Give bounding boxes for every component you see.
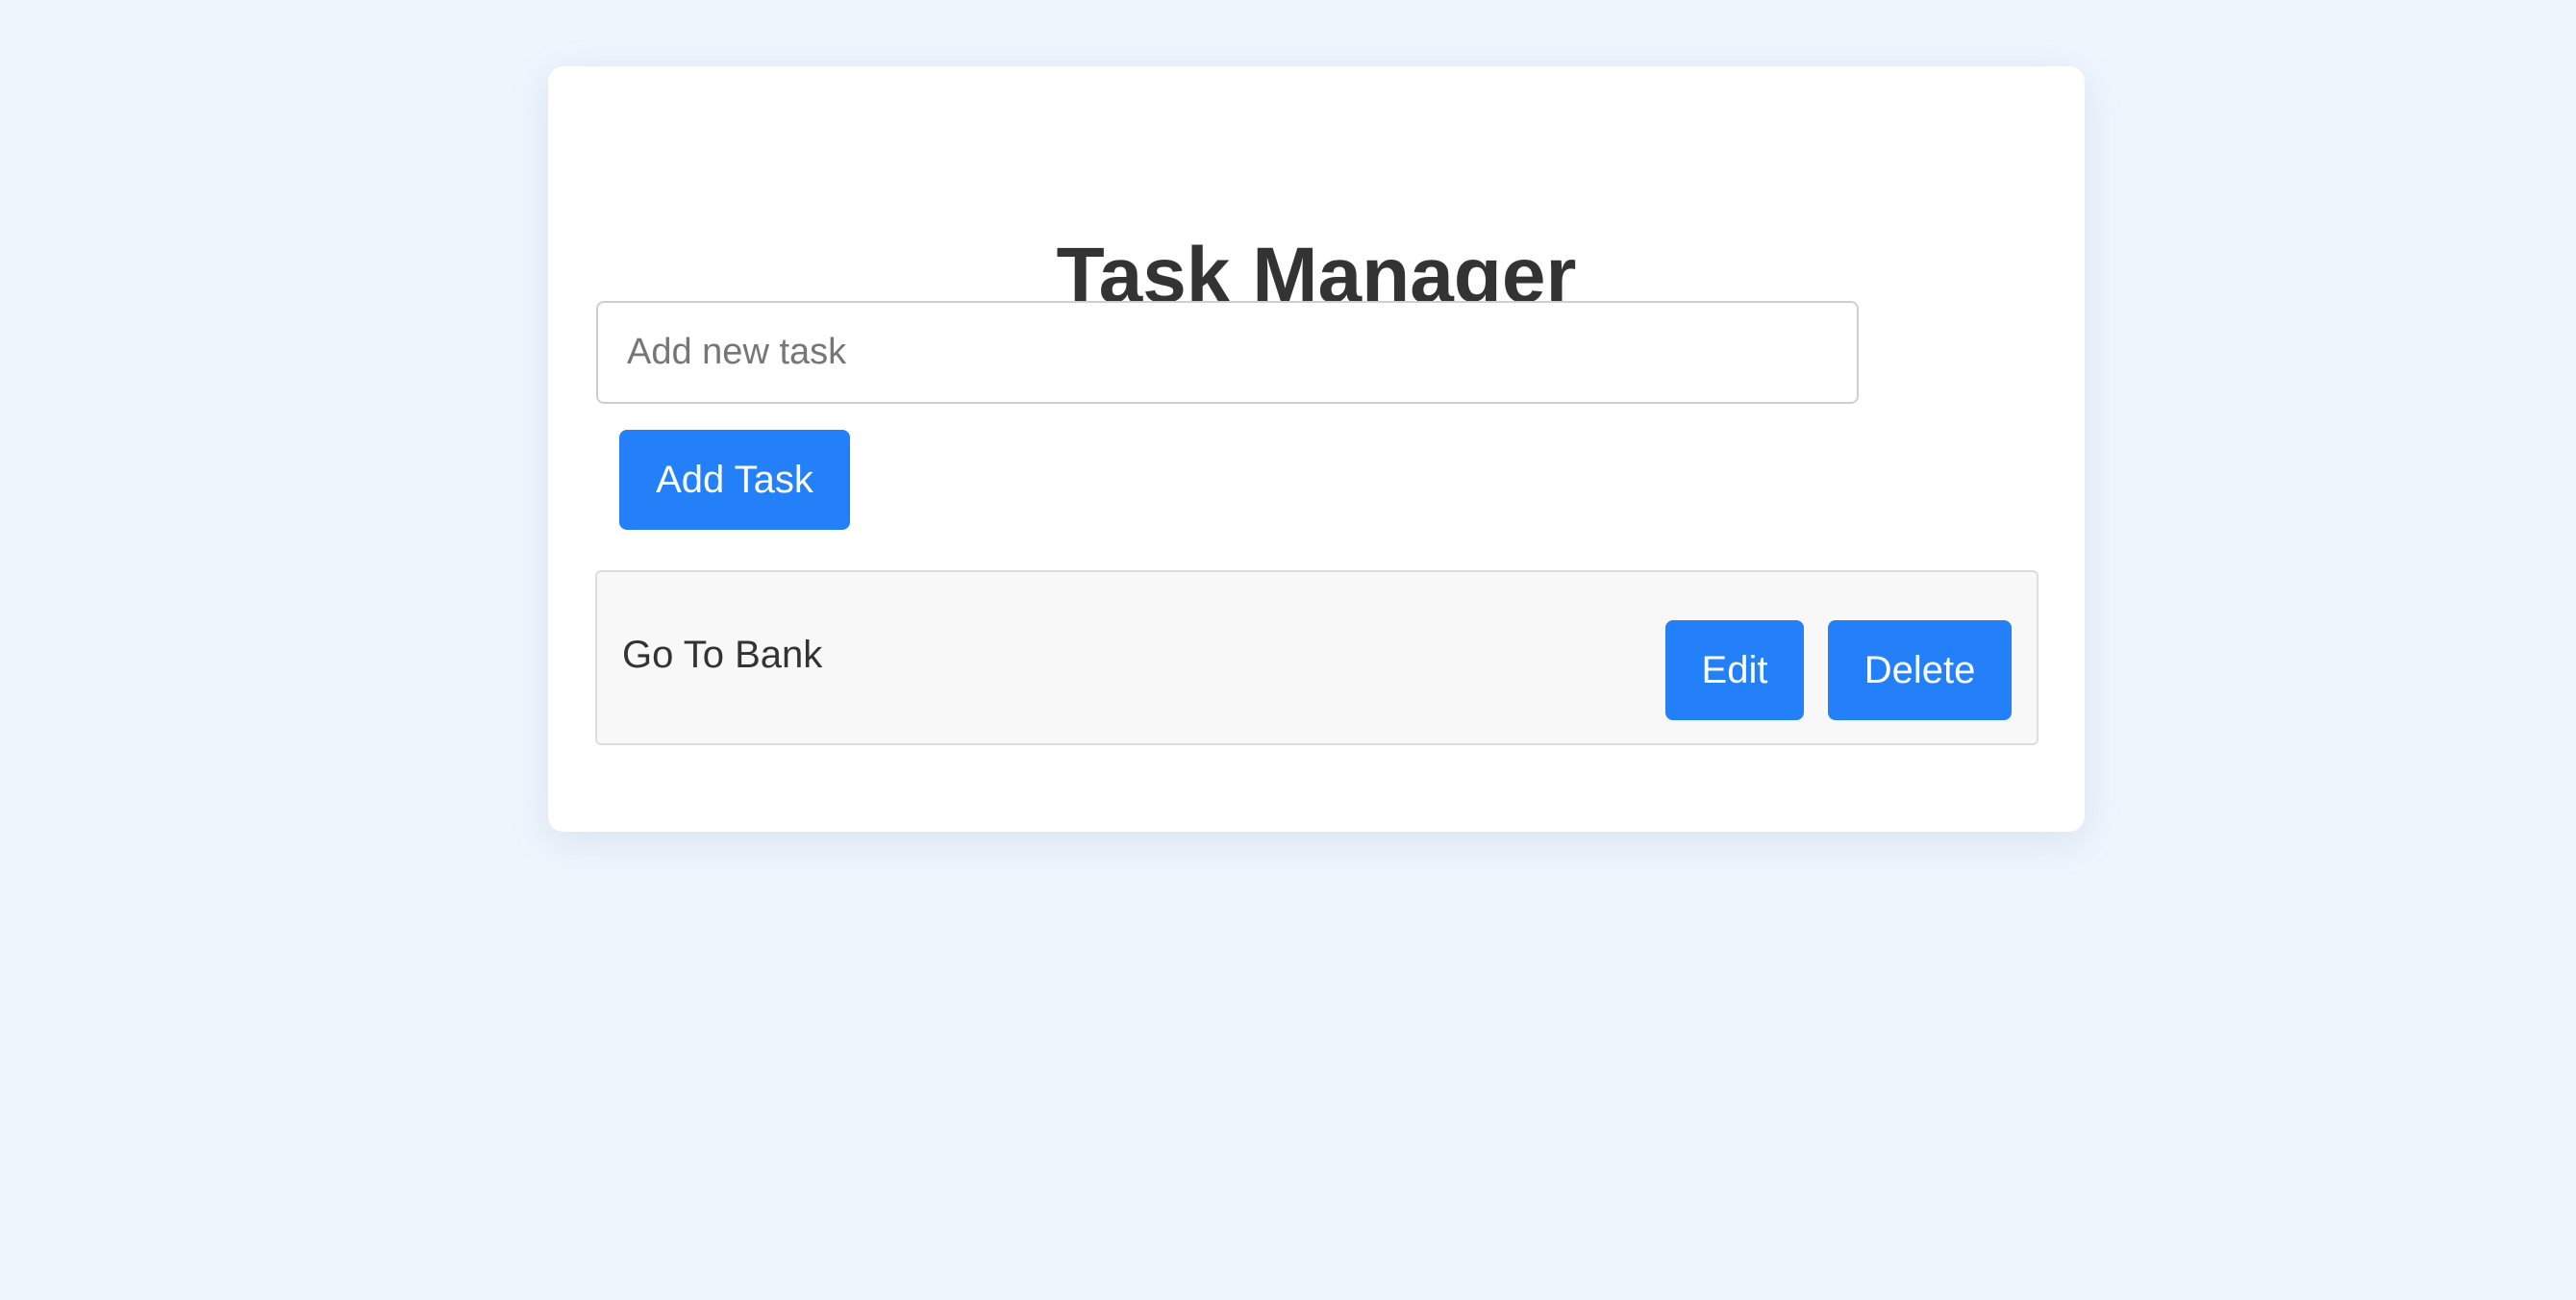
task-list-item: Go To Bank Edit Delete bbox=[595, 570, 2038, 745]
task-text: Go To Bank bbox=[622, 634, 823, 676]
edit-task-button[interactable]: Edit bbox=[1665, 620, 1804, 720]
delete-task-button[interactable]: Delete bbox=[1828, 620, 2012, 720]
add-task-button[interactable]: Add Task bbox=[619, 430, 850, 530]
task-manager-card: Task Manager Add Task Go To Bank Edit De… bbox=[548, 66, 2085, 832]
page-background: Task Manager Add Task Go To Bank Edit De… bbox=[0, 0, 2576, 1300]
new-task-input[interactable] bbox=[596, 301, 1859, 404]
